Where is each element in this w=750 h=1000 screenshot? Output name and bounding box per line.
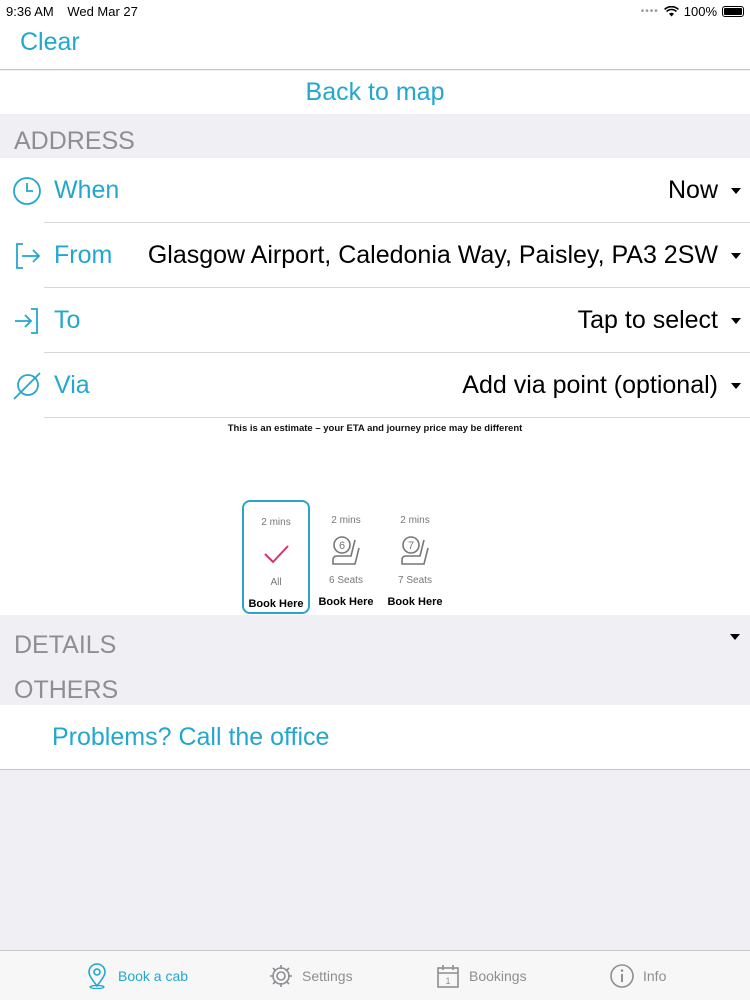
tab-book-a-cab[interactable]: Book a cab bbox=[84, 951, 188, 1000]
status-right: •••• 100% bbox=[641, 4, 744, 19]
info-icon bbox=[610, 964, 634, 988]
chevron-down-icon[interactable] bbox=[730, 634, 740, 640]
clock-icon bbox=[13, 176, 41, 205]
via-row[interactable]: Via Add via point (optional) bbox=[0, 353, 750, 418]
via-label: Via bbox=[54, 371, 90, 399]
problems-row: Problems? Call the office bbox=[0, 705, 750, 770]
back-to-map-button[interactable]: Back to map bbox=[306, 78, 445, 107]
svg-text:7: 7 bbox=[408, 540, 414, 552]
tab-bar: Book a cab Settings 1 Bookings Info bbox=[0, 950, 750, 1000]
vehicle-option-all[interactable]: 2 mins All Book Here bbox=[242, 500, 310, 614]
status-time: 9:36 AM bbox=[6, 3, 54, 19]
book-here-button[interactable]: Book Here bbox=[244, 598, 308, 610]
battery-percent: 100% bbox=[683, 3, 717, 19]
section-header-details[interactable]: DETAILS bbox=[14, 631, 116, 660]
seat-6-icon: 6 bbox=[332, 536, 360, 565]
section-header-address: ADDRESS bbox=[14, 127, 135, 155]
from-value[interactable]: Glasgow Airport, Caledonia Way, Paisley,… bbox=[148, 241, 718, 270]
when-value[interactable]: Now bbox=[668, 176, 718, 205]
chevron-down-icon bbox=[731, 252, 741, 259]
vehicle-name: 6 Seats bbox=[329, 575, 363, 586]
chevron-down-icon bbox=[731, 187, 741, 194]
vehicle-name: All bbox=[270, 577, 282, 588]
clear-button[interactable]: Clear bbox=[20, 28, 80, 57]
svg-text:6: 6 bbox=[339, 540, 345, 552]
via-point-icon bbox=[13, 371, 41, 400]
when-label: When bbox=[54, 176, 120, 204]
dropoff-arrow-icon bbox=[15, 307, 38, 334]
status-left: 9:36 AM Wed Mar 27 bbox=[6, 4, 148, 19]
status-date: Wed Mar 27 bbox=[67, 3, 138, 19]
estimate-notice: This is an estimate – your ETA and journ… bbox=[227, 423, 523, 434]
when-row[interactable]: When Now bbox=[0, 158, 750, 223]
from-row[interactable]: From Glasgow Airport, Caledonia Way, Pai… bbox=[0, 223, 750, 288]
gear-icon bbox=[270, 965, 292, 987]
pickup-arrow-icon bbox=[16, 242, 41, 269]
chevron-down-icon bbox=[731, 382, 741, 389]
tab-label: Info bbox=[643, 968, 667, 984]
map-pin-icon bbox=[88, 963, 106, 989]
via-value[interactable]: Add via point (optional) bbox=[462, 371, 718, 400]
from-label: From bbox=[54, 241, 113, 269]
seat-7-icon: 7 bbox=[401, 536, 429, 565]
to-label: To bbox=[54, 306, 81, 334]
to-row[interactable]: To Tap to select bbox=[0, 288, 750, 353]
call-office-button[interactable]: Problems? Call the office bbox=[52, 723, 329, 752]
calendar-icon: 1 bbox=[437, 965, 459, 988]
vehicle-option-6-seats[interactable]: 2 mins 6 6 Seats Book Here bbox=[312, 500, 380, 614]
to-value[interactable]: Tap to select bbox=[578, 306, 718, 335]
divider bbox=[44, 417, 750, 418]
back-to-map-row: Back to map bbox=[0, 71, 750, 114]
tab-bookings[interactable]: 1 Bookings bbox=[435, 951, 527, 1000]
vehicle-eta: 2 mins bbox=[400, 515, 430, 526]
chevron-down-icon bbox=[731, 317, 741, 324]
vehicle-eta: 2 mins bbox=[331, 515, 361, 526]
book-here-button[interactable]: Book Here bbox=[381, 596, 449, 608]
wifi-icon bbox=[663, 5, 679, 16]
tab-label: Book a cab bbox=[118, 968, 189, 984]
tab-settings[interactable]: Settings bbox=[268, 951, 353, 1000]
section-header-others: OTHERS bbox=[14, 676, 119, 704]
svg-text:1: 1 bbox=[445, 976, 450, 986]
vehicle-name: 7 Seats bbox=[398, 575, 432, 586]
vehicle-option-7-seats[interactable]: 2 mins 7 7 Seats Book Here bbox=[381, 500, 449, 614]
tab-label: Settings bbox=[302, 968, 353, 984]
tab-label: Bookings bbox=[469, 968, 527, 984]
vehicle-eta: 2 mins bbox=[261, 517, 291, 528]
signal-dots-icon: •••• bbox=[640, 5, 659, 17]
status-bar: 9:36 AM Wed Mar 27 •••• 100% bbox=[0, 0, 750, 22]
battery-icon bbox=[722, 5, 744, 17]
book-here-button[interactable]: Book Here bbox=[312, 596, 380, 608]
tab-info[interactable]: Info bbox=[609, 951, 666, 1000]
nav-bar: Clear bbox=[0, 22, 750, 70]
checkmark-icon bbox=[264, 545, 289, 564]
